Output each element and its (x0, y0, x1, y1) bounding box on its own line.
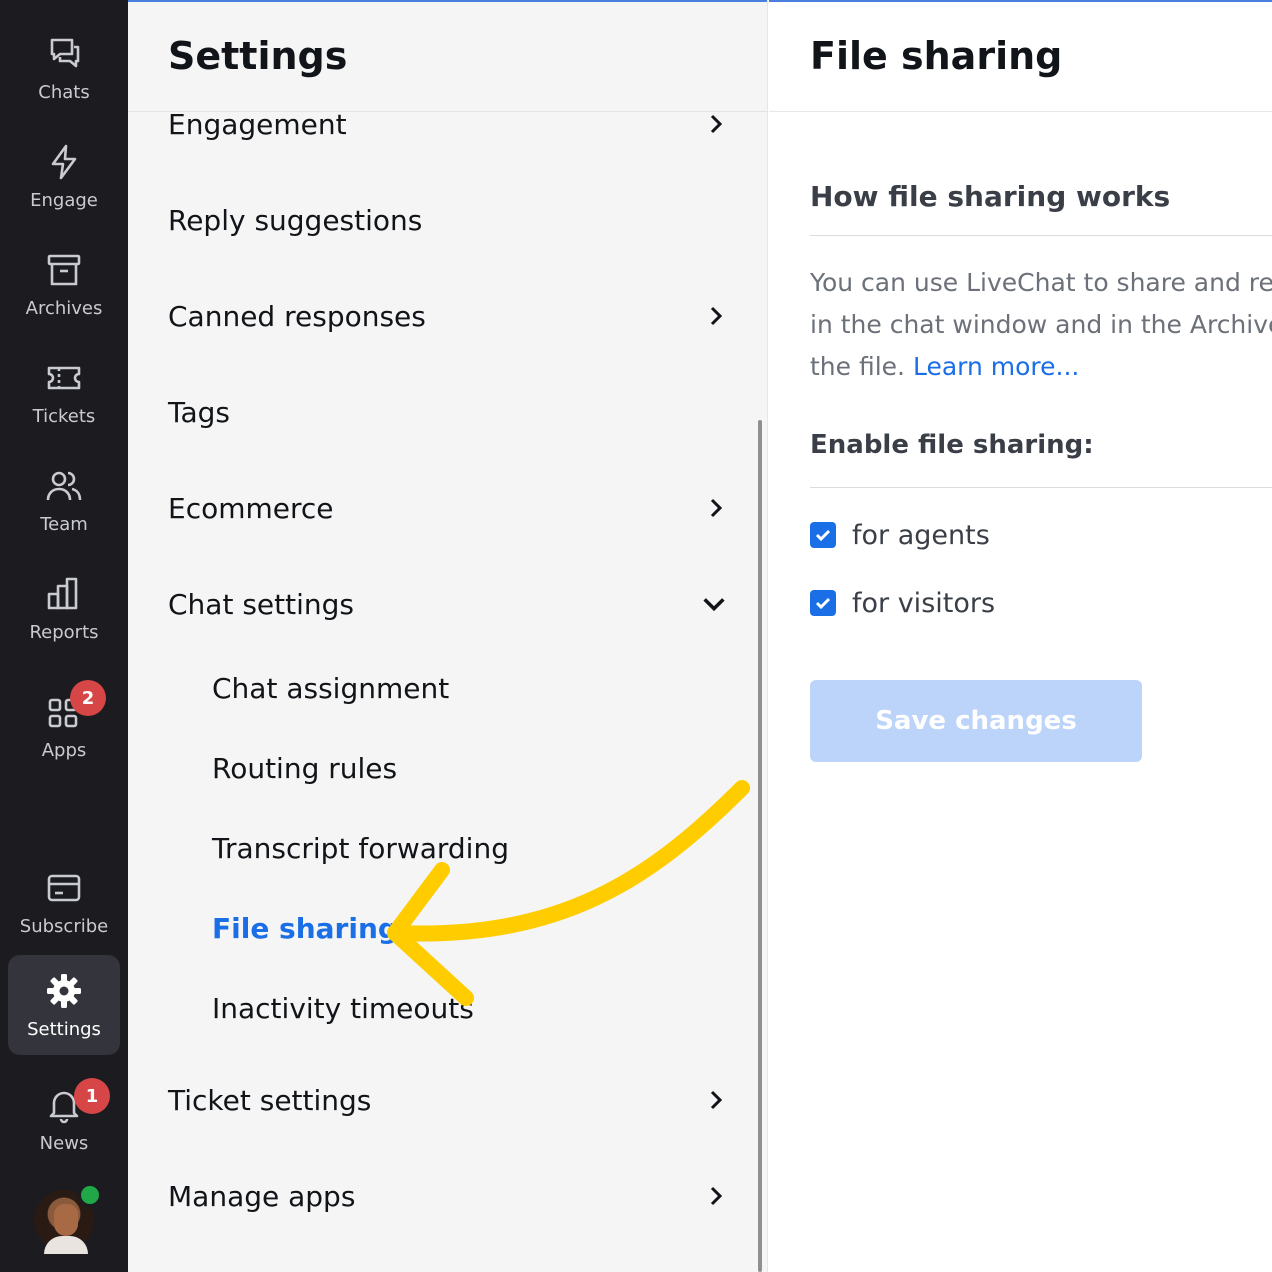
agents-checkbox[interactable] (810, 522, 836, 548)
nav-reports[interactable]: Reports (8, 558, 120, 658)
settings-item-tags[interactable]: Tags (168, 382, 728, 442)
nav-team[interactable]: Team (8, 450, 120, 550)
chevron-right-icon (710, 1186, 723, 1206)
nav-label: Engage (30, 189, 98, 211)
nav-label: Chats (38, 81, 90, 103)
checkbox-row-agents[interactable]: for agents (810, 515, 990, 555)
header-divider (128, 111, 767, 112)
sub-item-transcript-forwarding[interactable]: Transcript forwarding (212, 823, 509, 873)
settings-panel: Settings Engagement Reply suggestions Ca… (128, 0, 768, 1272)
settings-item-label: Manage apps (168, 1179, 356, 1213)
header-divider (769, 111, 1272, 112)
description-line: You can use LiveChat to share and receiv (810, 268, 1272, 297)
settings-title: Settings (168, 34, 348, 78)
ticket-icon (44, 358, 84, 398)
sub-item-file-sharing[interactable]: File sharing (212, 903, 398, 953)
checkmark-icon (815, 529, 831, 542)
gear-icon (44, 971, 84, 1011)
settings-item-label: Tags (168, 395, 230, 429)
nav-label: Tickets (32, 405, 96, 427)
sub-item-inactivity-timeouts[interactable]: Inactivity timeouts (212, 983, 474, 1033)
settings-item-label: Ecommerce (168, 491, 334, 525)
settings-item-ecommerce[interactable]: Ecommerce (168, 478, 728, 538)
settings-item-ticket-settings[interactable]: Ticket settings (168, 1070, 728, 1130)
description-line-last: the file. Learn more... (810, 346, 1272, 388)
section-divider (810, 487, 1272, 488)
chevron-right-icon (710, 498, 723, 518)
nav-rail: Chats Engage Archives Tickets Team Repor… (0, 0, 128, 1272)
checkbox-row-visitors[interactable]: for visitors (810, 583, 995, 623)
save-changes-button[interactable]: Save changes (810, 680, 1142, 762)
nav-label: News (39, 1132, 89, 1154)
bar-chart-icon (44, 574, 84, 614)
settings-item-label: Ticket settings (168, 1083, 372, 1117)
nav-chats[interactable]: Chats (8, 18, 120, 118)
content-pane: File sharing How file sharing works You … (769, 0, 1272, 1272)
checkmark-icon (815, 597, 831, 610)
chevron-right-icon (710, 114, 723, 134)
team-icon (44, 466, 84, 506)
settings-item-label: Reply suggestions (168, 203, 423, 237)
settings-item-engagement[interactable]: Engagement (168, 94, 728, 154)
chats-icon (44, 34, 84, 74)
apps-badge: 2 (70, 680, 106, 716)
nav-settings[interactable]: Settings (8, 955, 120, 1055)
nav-archives[interactable]: Archives (8, 234, 120, 334)
news-badge: 1 (74, 1078, 110, 1114)
avatar-shirt (44, 1236, 88, 1254)
settings-item-canned-responses[interactable]: Canned responses (168, 286, 728, 346)
description-line-text: the file. (810, 352, 913, 381)
learn-more-link[interactable]: Learn more... (913, 352, 1079, 381)
nav-label: Subscribe (19, 915, 109, 937)
top-accent-line (769, 0, 1272, 2)
checkbox-label: for agents (852, 519, 990, 551)
avatar-face (54, 1204, 78, 1236)
lightning-icon (44, 142, 84, 182)
nav-label: Apps (41, 739, 87, 761)
settings-scrollbar[interactable] (758, 420, 762, 1272)
enable-file-sharing-label: Enable file sharing: (810, 430, 1094, 460)
section-heading: How file sharing works (810, 180, 1171, 213)
top-accent-line (128, 0, 767, 2)
online-status-dot (78, 1183, 102, 1207)
settings-item-chat-settings[interactable]: Chat settings (168, 574, 728, 634)
settings-item-label: Chat settings (168, 587, 354, 621)
visitors-checkbox[interactable] (810, 590, 836, 616)
chevron-right-icon (710, 306, 723, 326)
sub-item-routing-rules[interactable]: Routing rules (212, 743, 397, 793)
chevron-down-icon (703, 598, 725, 612)
nav-label: Team (40, 513, 88, 535)
nav-label: Reports (29, 621, 99, 643)
settings-item-reply-suggestions[interactable]: Reply suggestions (168, 190, 728, 250)
settings-item-label: Engagement (168, 107, 347, 141)
page-title: File sharing (810, 34, 1063, 78)
archive-box-icon (44, 250, 84, 290)
nav-label: Settings (27, 1018, 101, 1040)
nav-tickets[interactable]: Tickets (8, 342, 120, 442)
checkbox-label: for visitors (852, 587, 996, 619)
sub-item-chat-assignment[interactable]: Chat assignment (212, 663, 449, 713)
settings-item-manage-apps[interactable]: Manage apps (168, 1166, 728, 1226)
chevron-right-icon (710, 1090, 723, 1110)
settings-item-label: Canned responses (168, 299, 426, 333)
description-line: in the chat window and in the Archives. … (810, 310, 1272, 339)
nav-subscribe[interactable]: Subscribe (8, 852, 120, 952)
description-text: You can use LiveChat to share and receiv… (810, 262, 1272, 388)
nav-label: Archives (25, 297, 103, 319)
credit-card-icon (44, 868, 84, 908)
nav-engage[interactable]: Engage (8, 126, 120, 226)
section-divider (810, 235, 1272, 236)
